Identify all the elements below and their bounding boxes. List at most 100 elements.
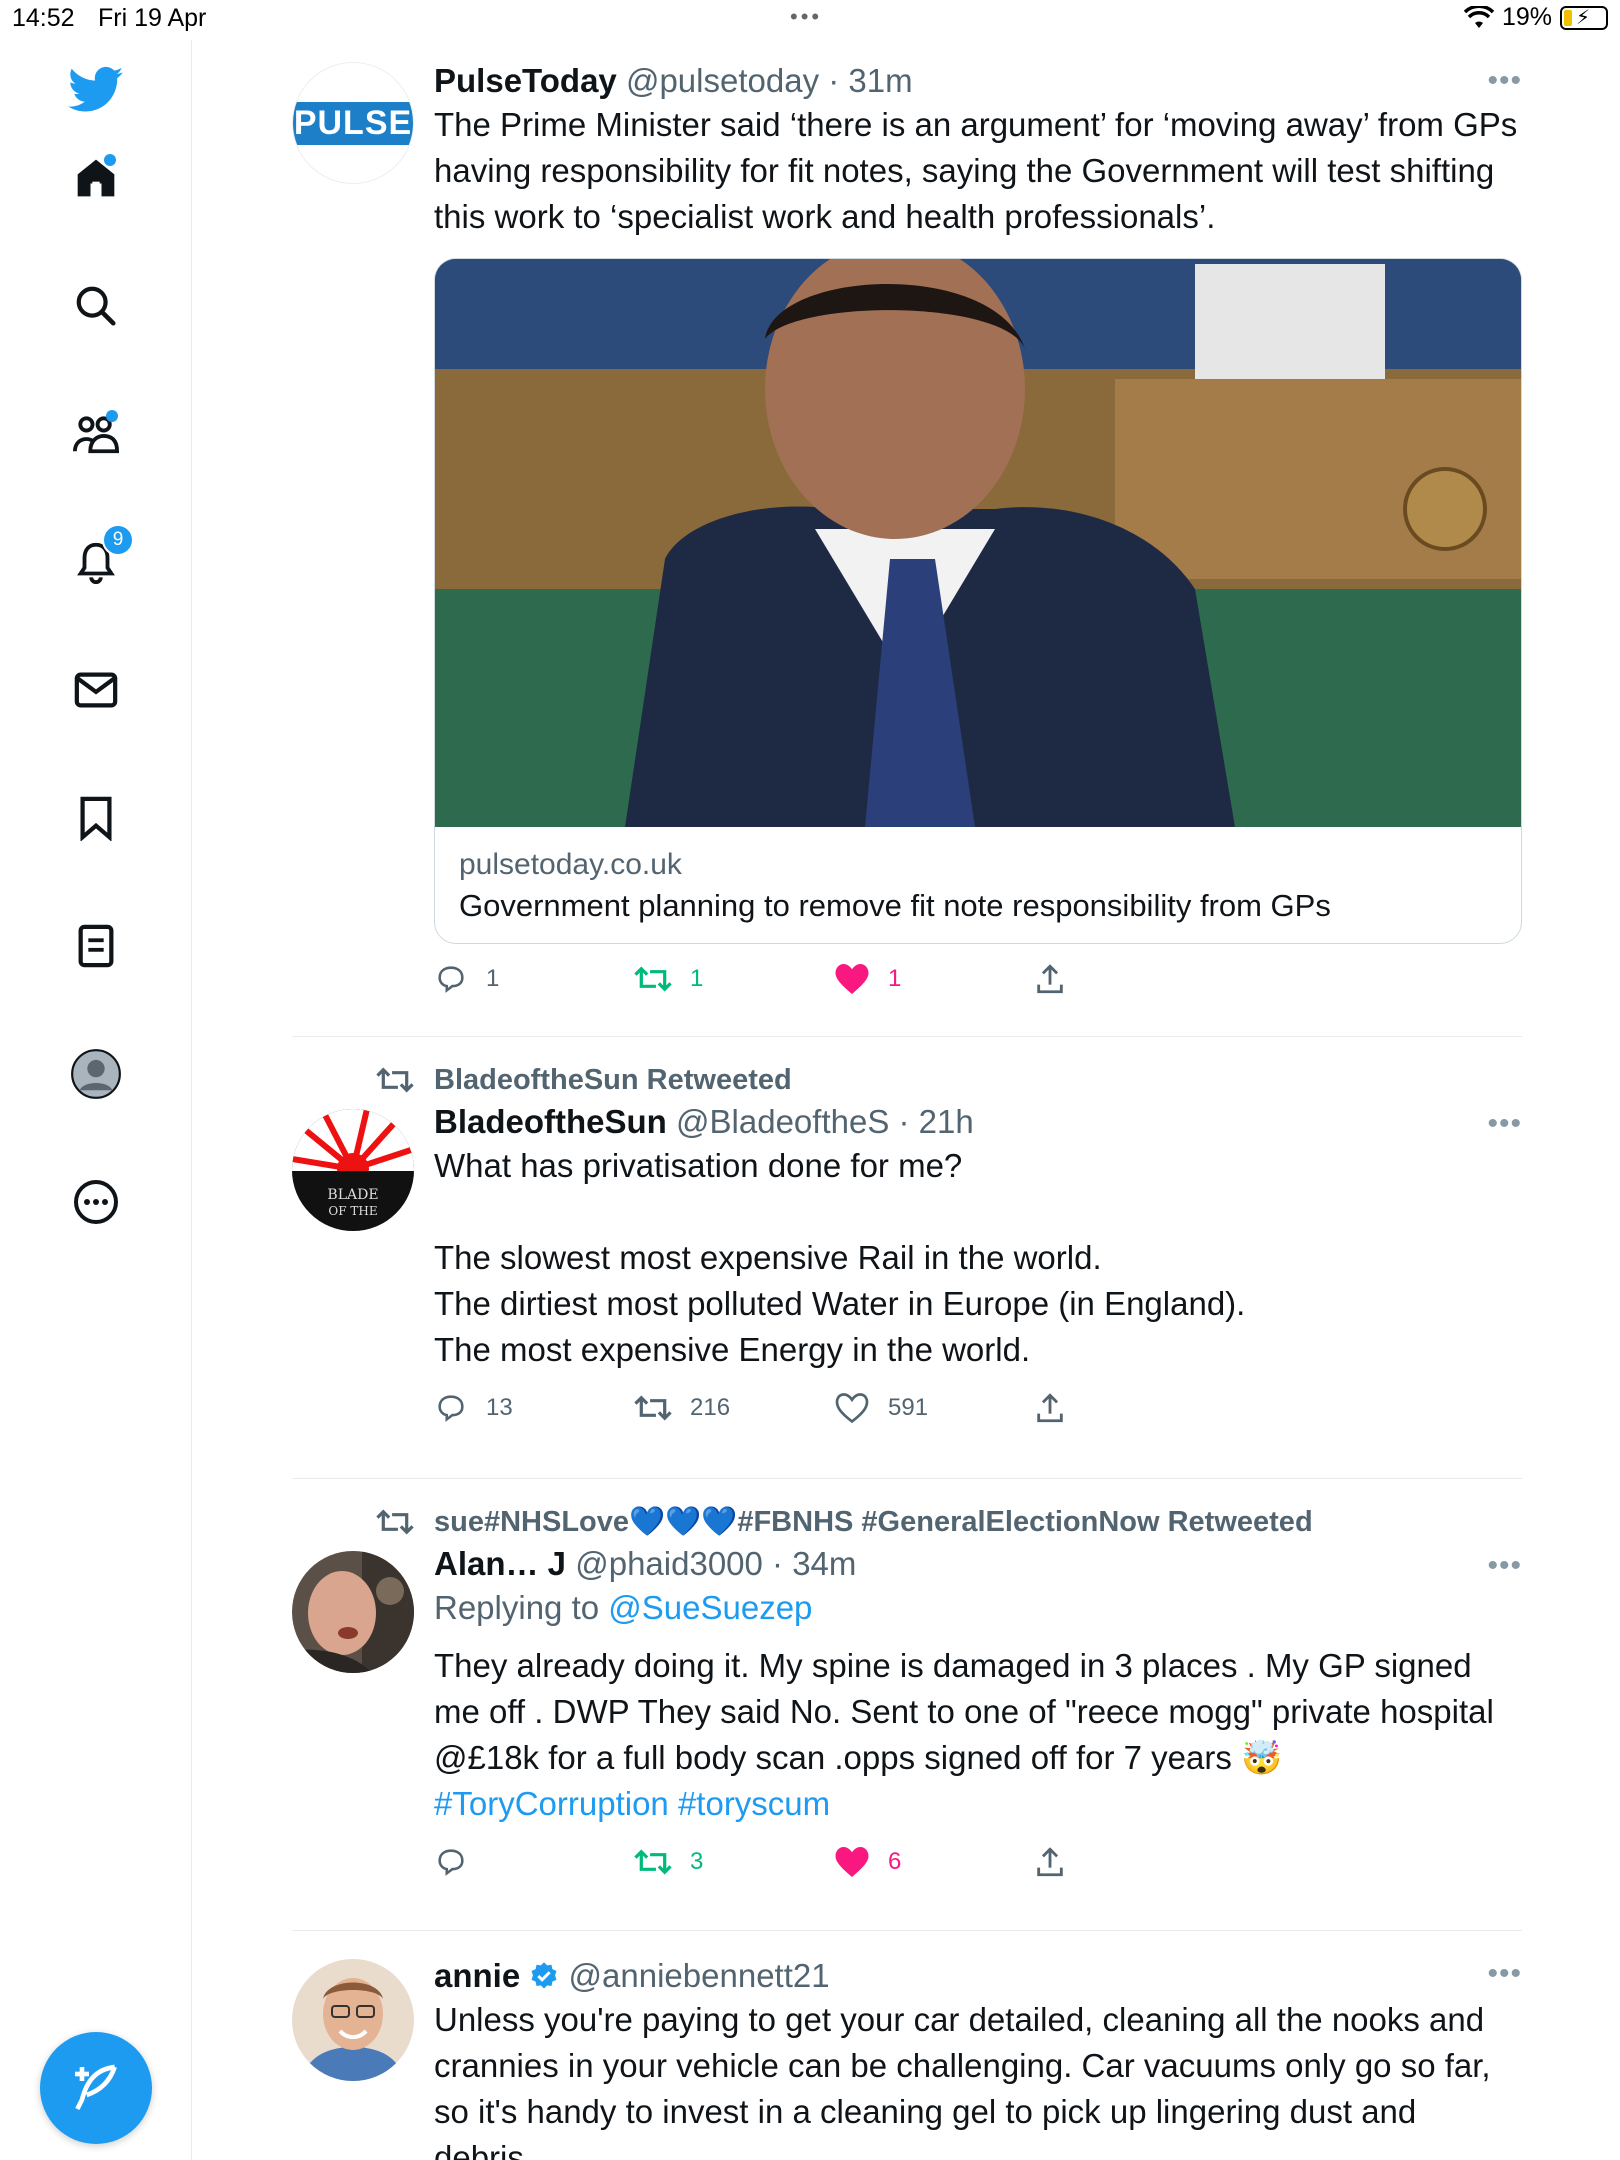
retweet-small-icon <box>376 1067 414 1093</box>
tweet-text: They already doing it. My spine is damag… <box>434 1647 1494 1776</box>
retweet-button[interactable]: 3 <box>634 1845 703 1879</box>
more-options-icon[interactable]: ••• <box>1487 1549 1522 1583</box>
like-button[interactable]: 1 <box>834 962 901 996</box>
retweeted-by-line: sue#NHSLove💙💙💙#FBNHS #GeneralElectionNow… <box>376 1501 1522 1543</box>
sidebar: 9 <box>0 40 192 2160</box>
retweet-icon <box>634 1395 672 1421</box>
card-domain: pulsetoday.co.uk <box>459 848 682 881</box>
retweet-icon <box>634 1849 672 1875</box>
display-name[interactable]: BladeoftheSun <box>434 1103 667 1140</box>
reply-button[interactable]: 1 <box>434 962 499 996</box>
like-count: 6 <box>888 1848 902 1875</box>
heart-icon <box>835 1393 869 1424</box>
tweet-time[interactable]: 21h <box>919 1103 974 1140</box>
tweet-alan-j[interactable]: sue#NHSLove💙💙💙#FBNHS #GeneralElectionNow… <box>292 1479 1522 1931</box>
retweeted-by-line: BladeoftheSun Retweeted <box>376 1059 1522 1101</box>
retweeted-by-text[interactable]: BladeoftheSun Retweeted <box>434 1064 792 1096</box>
tweet-hashtags[interactable]: #ToryCorruption #toryscum <box>434 1781 1522 1827</box>
svg-text:OF THE: OF THE <box>328 1204 377 1218</box>
replying-to-line: Replying to @SueSuezep <box>434 1585 1522 1631</box>
reply-button[interactable] <box>434 1845 486 1879</box>
retweet-count: 216 <box>690 1394 731 1421</box>
retweet-count: 3 <box>690 1848 704 1875</box>
blade-sun-avatar-image: BLADE OF THE <box>292 1109 414 1231</box>
like-button[interactable]: 591 <box>834 1391 928 1425</box>
alan-avatar-image <box>292 1551 414 1673</box>
user-handle[interactable]: @BladeoftheS <box>676 1103 889 1140</box>
compose-button[interactable] <box>40 2032 152 2144</box>
share-button[interactable] <box>1034 962 1066 996</box>
wifi-icon <box>1463 5 1494 28</box>
avatar[interactable] <box>292 1959 414 2081</box>
more-options-icon[interactable]: ••• <box>1487 1107 1522 1141</box>
card-image <box>435 259 1521 827</box>
share-icon <box>1037 964 1063 994</box>
mail-icon[interactable] <box>68 662 124 718</box>
tweet-actions: 13 216 591 <box>434 1383 1522 1439</box>
communities-icon[interactable] <box>68 406 124 462</box>
more-options-icon[interactable]: ••• <box>1487 64 1522 98</box>
like-button[interactable]: 6 <box>834 1845 901 1879</box>
multitasking-dots-icon[interactable]: ••• <box>790 4 822 30</box>
avatar[interactable]: PULSE <box>292 62 414 184</box>
reply-count: 1 <box>486 965 500 992</box>
display-name[interactable]: annie <box>434 1957 520 1994</box>
profile-icon[interactable] <box>68 1046 124 1102</box>
link-card[interactable]: pulsetoday.co.uk Government planning to … <box>434 258 1522 944</box>
status-bar: 14:52 Fri 19 Apr ••• 19% ⚡ <box>0 0 1620 40</box>
heart-filled-icon <box>835 1847 869 1877</box>
tweet-annie[interactable]: ••• annie @anniebennett21 Unless you're … <box>292 1931 1522 2160</box>
share-button[interactable] <box>1034 1391 1066 1425</box>
display-name[interactable]: PulseToday <box>434 62 617 99</box>
timeline: PULSE ••• PulseToday @pulsetoday · 31m T… <box>292 40 1522 2160</box>
tweet-bladeofthesun[interactable]: BladeoftheSun Retweeted BLADE OF THE •••… <box>292 1037 1522 1479</box>
reply-icon <box>438 966 464 993</box>
retweeted-by-text[interactable]: sue#NHSLove💙💙💙#FBNHS #GeneralElectionNow… <box>434 1506 1313 1538</box>
share-icon <box>1037 1847 1063 1877</box>
battery-charging-icon: ⚡ <box>1560 5 1608 30</box>
tweet-actions: 1 1 1 <box>434 954 1522 1010</box>
replying-to-handle[interactable]: @SueSuezep <box>608 1589 812 1626</box>
reply-count: 13 <box>486 1394 513 1421</box>
search-icon[interactable] <box>68 278 124 334</box>
more-options-icon[interactable]: ••• <box>1487 1957 1522 1991</box>
like-count: 591 <box>888 1394 929 1421</box>
twitter-bird-icon[interactable] <box>68 62 124 118</box>
more-circle-icon[interactable] <box>68 1174 124 1230</box>
status-time: 14:52 <box>12 4 75 32</box>
reply-icon <box>438 1849 464 1876</box>
communities-unread-dot <box>106 410 118 422</box>
tweet-header: annie @anniebennett21 <box>434 1955 1522 1997</box>
tweet-header: Alan… J @phaid3000 · 34m <box>434 1545 857 1582</box>
list-icon[interactable] <box>68 918 124 974</box>
tweet-actions: 3 6 <box>434 1837 1522 1893</box>
tweet-time[interactable]: 31m <box>848 62 912 99</box>
tweet-text: The Prime Minister said ‘there is an arg… <box>434 106 1518 235</box>
battery-percent: 19% <box>1501 3 1552 31</box>
display-name[interactable]: Alan… J <box>434 1545 566 1582</box>
share-button[interactable] <box>1034 1845 1066 1879</box>
notifications-badge: 9 <box>102 524 134 556</box>
user-handle[interactable]: @anniebennett21 <box>569 1957 830 1994</box>
tweet-pulsetoday[interactable]: PULSE ••• PulseToday @pulsetoday · 31m T… <box>292 40 1522 1037</box>
retweet-icon <box>634 966 672 992</box>
avatar[interactable] <box>292 1551 414 1673</box>
retweet-button[interactable]: 1 <box>634 962 703 996</box>
home-icon[interactable] <box>68 150 124 206</box>
user-handle[interactable]: @pulsetoday <box>626 62 819 99</box>
retweet-count: 1 <box>690 965 704 992</box>
tweet-header: PulseToday @pulsetoday · 31m <box>434 62 913 99</box>
heart-filled-icon <box>835 964 869 994</box>
reply-button[interactable]: 13 <box>434 1391 513 1425</box>
reply-icon <box>438 1395 464 1422</box>
tweet-time[interactable]: 34m <box>792 1545 856 1582</box>
retweet-button[interactable]: 216 <box>634 1391 730 1425</box>
status-date: Fri 19 Apr <box>98 4 207 32</box>
user-handle[interactable]: @phaid3000 <box>575 1545 763 1582</box>
share-icon <box>1037 1393 1063 1423</box>
replying-to-label: Replying to <box>434 1589 609 1626</box>
bell-icon[interactable]: 9 <box>68 524 134 590</box>
bookmark-icon[interactable] <box>68 790 124 846</box>
avatar[interactable]: BLADE OF THE <box>292 1109 414 1231</box>
retweet-small-icon <box>376 1509 414 1535</box>
